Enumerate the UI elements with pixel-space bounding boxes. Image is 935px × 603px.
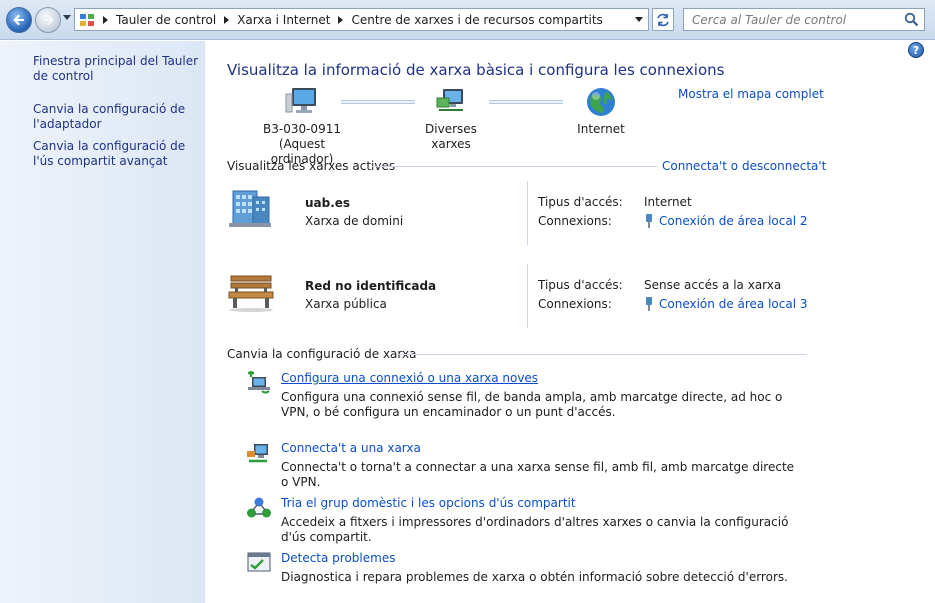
back-button[interactable] [6,7,32,33]
new-connection-icon [248,371,270,394]
connection-link-lan3[interactable]: Conexión de área local 3 [659,297,808,311]
troubleshoot-link[interactable]: Detecta problemes [281,551,395,565]
navigation-bar: Tauler de control Xarxa i Internet Centr… [0,0,935,40]
address-bar[interactable]: Tauler de control Xarxa i Internet Centr… [74,8,649,31]
ethernet-cable-icon [646,214,652,228]
network-name: uab.es [305,196,351,210]
domain-network-building-icon [229,190,271,227]
breadcrumb-separator-icon[interactable] [103,15,108,24]
refresh-button[interactable] [652,8,674,31]
breadcrumb-network-center[interactable]: Centre de xarxes i de recursos compartit… [351,13,602,27]
arrow-right-icon [43,14,54,26]
network-label: Diverses xarxes [425,122,477,151]
network-name: Red no identificada [305,279,437,293]
access-type-label: Tipus d'accés: [538,278,623,292]
breadcrumb-separator-icon[interactable] [224,15,230,24]
map-connector [341,100,415,104]
connect-disconnect-link[interactable]: Connecta't o desconnecta't [662,159,826,173]
section-divider [372,166,658,167]
help-button[interactable]: ? [908,42,924,58]
connections-label: Connexions: [538,214,612,228]
network-type-link[interactable]: Xarxa pública [305,297,387,311]
task-description: Configura una connexió sense fil, de ban… [281,390,783,419]
page-title: Visualitza la informació de xarxa bàsica… [227,61,725,79]
help-icon: ? [912,43,920,57]
active-networks-heading: Visualitza les xarxes actives [227,159,396,173]
sidebar-link-control-panel-home[interactable]: Finestra principal del Tauler de control [33,54,203,84]
access-type-value: Sense accés a la xarxa [644,278,782,292]
access-type-label: Tipus d'accés: [538,195,623,209]
breadcrumb-network-internet[interactable]: Xarxa i Internet [237,13,330,27]
connection-link-lan2[interactable]: Conexión de área local 2 [659,214,808,228]
connect-network-link[interactable]: Connecta't a una xarxa [281,441,421,455]
internet-globe-icon [587,88,615,116]
change-settings-heading: Canvia la configuració de xarxa [227,347,417,361]
computer-icon [285,88,316,113]
multiple-networks-icon [436,89,463,111]
control-panel-icon [80,13,94,26]
sidebar-link-advanced-sharing[interactable]: Canvia la configuració de l'ús compartit… [33,139,203,169]
section-divider [397,354,807,355]
active-network-card: Red no identificada Xarxa pública Tipus … [227,264,808,334]
forward-button[interactable] [35,7,61,33]
homegroup-sharing-icon [247,497,271,518]
full-map-link[interactable]: Mostra el mapa complet [678,87,824,101]
network-divider [527,264,528,328]
ethernet-cable-icon [646,297,652,311]
computer-name: B3-030-0911 [263,122,341,136]
internet-label: Internet [577,122,625,136]
search-input[interactable] [684,9,894,30]
homegroup-sharing-link[interactable]: Tria el grup domèstic i les opcions d'ús… [281,496,576,510]
task-description: Diagnostica i repara problemes de xarxa … [281,570,788,584]
connection-link-wrapper[interactable]: Conexión de área local 2 [644,213,808,229]
address-history-dropdown[interactable] [635,17,643,22]
sidebar-link-adapter-settings[interactable]: Canvia la configuració de l'adaptador [33,102,203,132]
setup-connection-link[interactable]: Configura una connexió o una xarxa noves [281,371,538,385]
network-divider [527,181,528,245]
refresh-icon [657,13,669,26]
search-box[interactable] [683,8,925,31]
network-type-link[interactable]: Xarxa de domini [305,214,403,228]
connections-label: Connexions: [538,297,612,311]
task-description: Accedeix a fitxers i impressores d'ordin… [281,515,789,544]
map-node-network[interactable]: Diverses xarxes [406,86,496,152]
main-content: ? Visualitza la informació de xarxa bàsi… [206,41,935,603]
connection-link-wrapper[interactable]: Conexión de área local 3 [644,296,808,312]
map-node-computer[interactable]: B3-030-0911 (Aquest ordinador) [252,86,352,167]
map-node-internet[interactable]: Internet [561,86,641,137]
active-network-card: uab.es Xarxa de domini Tipus d'accés: In… [227,181,808,251]
public-network-bench-icon [228,275,274,312]
search-icon[interactable] [904,12,919,27]
breadcrumb-control-panel[interactable]: Tauler de control [116,13,216,27]
left-task-pane: Finestra principal del Tauler de control… [0,41,205,603]
troubleshoot-icon [247,552,271,572]
map-connector [489,100,563,104]
task-description: Connecta't o torna't a connectar a una x… [281,460,795,489]
connect-network-icon [247,444,268,463]
recent-pages-dropdown[interactable] [63,15,71,20]
arrow-left-icon [13,14,24,26]
access-type-value: Internet [644,195,692,209]
breadcrumb-separator-icon[interactable] [338,15,344,24]
